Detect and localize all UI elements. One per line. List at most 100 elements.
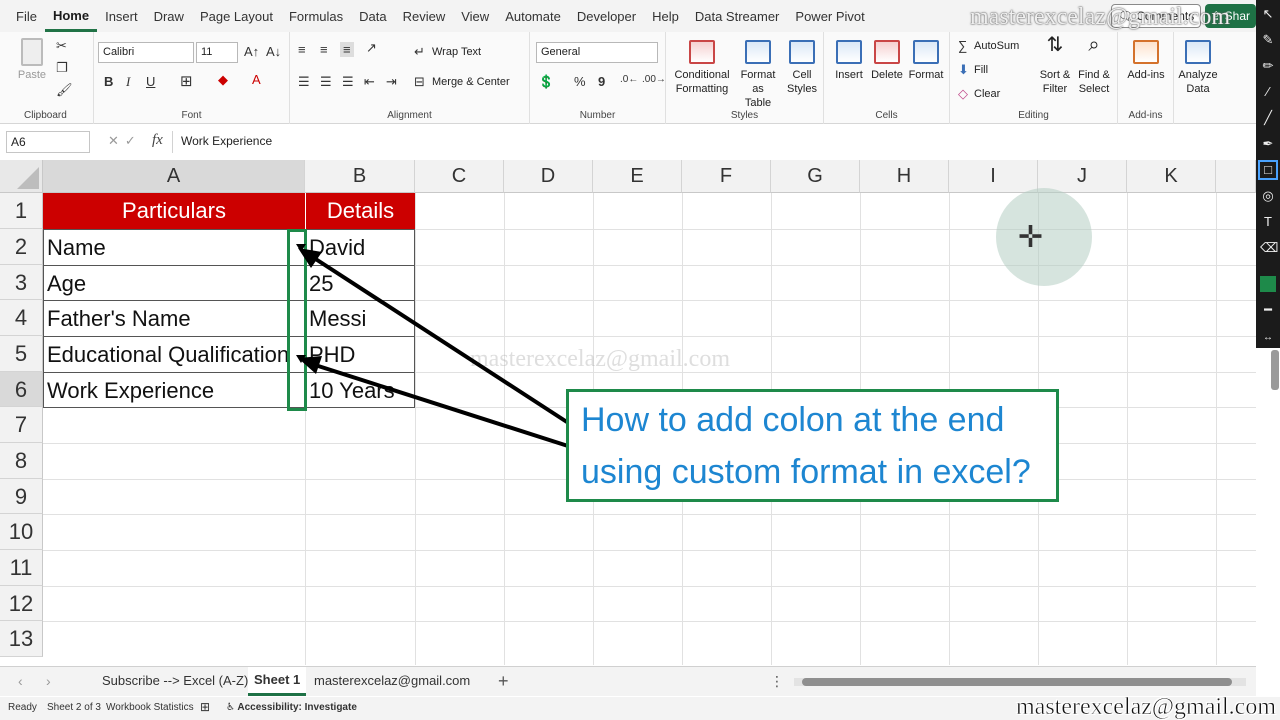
eraser-icon[interactable]: ⌫ [1260,240,1278,256]
tab-review[interactable]: Review [395,0,454,32]
cell-a1[interactable]: Particulars [43,193,305,229]
tab-file[interactable]: File [0,0,45,32]
tab-page-layout[interactable]: Page Layout [192,0,281,32]
addins-button[interactable]: Add-ins [1124,40,1168,82]
fill-button[interactable]: Fill [974,64,988,76]
expand-toolbar-icon[interactable]: ↔ [1260,330,1276,346]
decrease-font-icon[interactable]: A↓ [266,44,281,59]
column-header-h[interactable]: H [860,160,949,193]
column-header-l[interactable] [1216,160,1256,193]
tab-data[interactable]: Data [351,0,394,32]
align-middle-icon[interactable]: ≡ [320,42,328,57]
macro-record-icon[interactable]: ⊞ [200,700,210,714]
cell-b6[interactable]: 10 Years [305,372,415,408]
cut-icon[interactable]: ✂ [56,38,67,54]
cell-b5[interactable]: PHD [305,336,415,373]
align-right-icon[interactable]: ☰ [342,74,354,90]
horizontal-scrollbar[interactable] [794,678,1246,686]
brush-icon[interactable]: ✒ [1260,136,1276,152]
row-header-2[interactable]: 2 [0,229,43,265]
conditional-formatting-button[interactable]: Conditional Formatting [670,40,734,96]
row-header-7[interactable]: 7 [0,407,43,443]
column-header-b[interactable]: B [305,160,415,193]
cell-a3[interactable]: Age [43,265,306,301]
increase-decimal-icon[interactable]: .0← [620,74,638,85]
cell-a4[interactable]: Father's Name [43,300,306,337]
percent-button[interactable]: % [574,74,586,89]
tab-draw[interactable]: Draw [146,0,192,32]
delete-cells-button[interactable]: Delete [868,40,906,82]
vertical-scrollbar-thumb[interactable] [1271,350,1279,390]
insert-cells-button[interactable]: Insert [830,40,868,82]
merge-center-button[interactable]: Merge & Center [432,76,510,88]
font-size-dropdown[interactable]: 11 [196,42,238,63]
pointer-icon[interactable]: ↖ [1260,6,1276,22]
cell-b2[interactable]: David [305,229,415,266]
tab-developer[interactable]: Developer [569,0,644,32]
format-painter-icon[interactable]: 🖌 [56,82,73,98]
row-header-12[interactable]: 12 [0,586,43,621]
cell-b1[interactable]: Details [305,193,415,229]
column-header-c[interactable]: C [415,160,504,193]
clear-button[interactable]: Clear [974,88,1000,100]
column-header-g[interactable]: G [771,160,860,193]
highlighter-icon[interactable]: ∕ [1260,84,1276,100]
row-header-10[interactable]: 10 [0,514,43,550]
align-top-icon[interactable]: ≡ [298,42,306,57]
stroke-width-icon[interactable]: ━ [1260,302,1276,318]
accounting-format-icon[interactable]: 💲 [538,74,554,90]
fill-color-icon[interactable]: ◆ [218,72,228,88]
paste-button[interactable]: Paste [14,38,50,82]
sheet-tab-sheet1[interactable]: Sheet 1 [248,667,307,696]
wrap-text-button[interactable]: Wrap Text [432,46,481,58]
cell-a5[interactable]: Educational Qualification [43,336,306,373]
decrease-decimal-icon[interactable]: .00→ [642,74,666,85]
borders-icon[interactable]: ⊞ [180,72,193,90]
tab-help[interactable]: Help [644,0,687,32]
row-header-9[interactable]: 9 [0,479,43,514]
column-header-f[interactable]: F [682,160,771,193]
column-header-d[interactable]: D [504,160,593,193]
font-color-icon[interactable]: A [252,72,261,87]
sort-filter-button[interactable]: ⇅ Sort & Filter [1036,35,1074,96]
column-header-k[interactable]: K [1127,160,1216,193]
add-sheet-button[interactable]: + [498,671,509,692]
underline-button[interactable]: U [146,74,155,89]
wrap-text-icon[interactable]: ↵ [414,44,425,60]
row-header-8[interactable]: 8 [0,443,43,479]
column-header-i[interactable]: I [949,160,1038,193]
sheet-next-icon[interactable]: › [46,673,51,689]
row-header-13[interactable]: 13 [0,621,43,657]
align-bottom-icon[interactable]: ≡ [340,42,354,57]
horizontal-scrollbar-thumb[interactable] [802,678,1232,686]
tab-insert[interactable]: Insert [97,0,146,32]
text-tool-icon[interactable]: T [1260,214,1276,230]
format-cells-button[interactable]: Format [906,40,946,82]
sheet-tab-subscribe[interactable]: Subscribe --> Excel (A-Z) [102,673,248,688]
analyze-data-button[interactable]: Analyze Data [1176,40,1220,96]
formula-input[interactable]: Work Experience [172,131,1252,153]
format-as-table-button[interactable]: Format as Table [734,40,782,110]
row-header-6[interactable]: 6 [0,372,43,407]
autosum-button[interactable]: AutoSum [974,40,1019,52]
align-center-icon[interactable]: ☰ [320,74,332,90]
merge-icon[interactable]: ⊟ [414,74,425,90]
rectangle-tool-icon[interactable]: □ [1258,160,1278,180]
find-select-button[interactable]: ⌕ Find & Select [1074,35,1114,96]
column-header-e[interactable]: E [593,160,682,193]
increase-font-icon[interactable]: A↑ [244,44,259,59]
sheet-tab-email[interactable]: masterexcelaz@gmail.com [314,673,470,688]
row-header-1[interactable]: 1 [0,193,43,229]
row-header-5[interactable]: 5 [0,336,43,372]
tab-power-pivot[interactable]: Power Pivot [787,0,872,32]
accessibility-button[interactable]: ♿ Accessibility: Investigate [226,702,357,713]
sheet-prev-icon[interactable]: ‹ [18,673,23,689]
tab-data-streamer[interactable]: Data Streamer [687,0,788,32]
orientation-icon[interactable]: ↗ [366,40,377,56]
tab-home[interactable]: Home [44,0,98,32]
cell-b4[interactable]: Messi [305,300,415,337]
more-options-icon[interactable]: ⋮ [770,673,784,690]
workbook-statistics-button[interactable]: Workbook Statistics [106,702,194,713]
color-swatch-icon[interactable] [1260,276,1276,292]
align-left-icon[interactable]: ☰ [298,74,310,90]
